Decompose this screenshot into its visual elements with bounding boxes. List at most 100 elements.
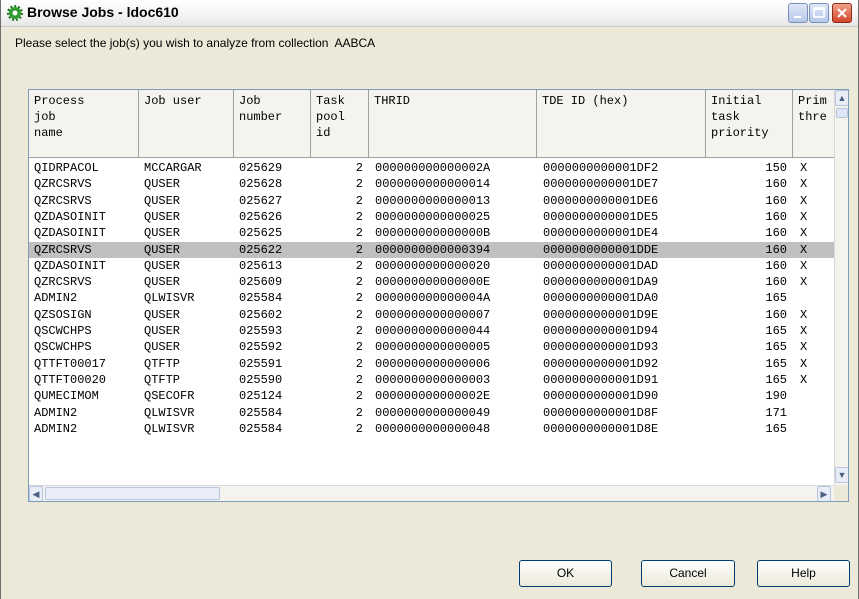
table-row[interactable]: QTTFT00020 QTFTP 025590 2 0000000000000003 00…	[29, 372, 834, 388]
table-row[interactable]: QZRCSRVS QUSER 025628 2 0000000000000014 0000…	[29, 176, 834, 192]
cell-task-pool-id: 2	[355, 389, 363, 404]
title-bar[interactable]: Browse Jobs - ldoc610	[1, 0, 858, 27]
cell-initial-task-priority: 160	[765, 242, 787, 257]
cell-task-pool-id: 2	[355, 242, 363, 257]
cell-process-job-name: QSCWCHPS	[34, 324, 92, 338]
table-row[interactable]: QUMECIMOM QSECOFR 025124 2 000000000000002E 0…	[29, 388, 834, 404]
cell-task-pool-id: 2	[355, 226, 363, 241]
cell-tde-id: 0000000000001DE5	[543, 209, 659, 224]
cell-tde-id: 0000000000001D9E	[543, 307, 659, 322]
cell-primary-thread: X	[800, 226, 808, 241]
column-header-thrid[interactable]: THRID	[369, 90, 537, 158]
cell-job-user: QUSER	[144, 324, 181, 338]
cell-tde-id: 0000000000001D94	[543, 324, 659, 338]
table-row[interactable]: ADMIN2 QLWISVR 025584 2 000000000000004A 0000…	[29, 290, 834, 306]
cell-job-user: MCCARGAR	[144, 161, 202, 175]
cell-initial-task-priority: 171	[765, 405, 787, 420]
cell-thrid: 0000000000000013	[375, 193, 491, 208]
column-header-task-pool-id[interactable]: Task pool id	[311, 90, 369, 158]
column-header-initial-task-priority[interactable]: Initial task priority	[706, 90, 793, 158]
cell-initial-task-priority: 165	[765, 356, 787, 371]
table-row[interactable]: ADMIN2 QLWISVR 025584 2 0000000000000048 0000…	[29, 421, 834, 437]
table-header: Process job name Job user Job number Tas…	[29, 90, 837, 158]
column-header-tde-id[interactable]: TDE ID (hex)	[537, 90, 706, 158]
table-row[interactable]: QZRCSRVS QUSER 025622 2 0000000000000394 0000…	[29, 241, 834, 258]
cell-process-job-name: QZRCSRVS	[34, 177, 92, 192]
column-header-job-user[interactable]: Job user	[139, 90, 234, 158]
cell-thrid: 000000000000002E	[375, 389, 491, 404]
instruction-text: Please select the job(s) you wish to ana…	[15, 36, 376, 50]
cell-job-number: 025625	[239, 226, 283, 241]
cell-job-number: 025622	[239, 242, 283, 257]
cell-job-number: 025629	[239, 161, 283, 175]
ok-button[interactable]: OK	[519, 560, 612, 587]
scroll-right-button[interactable]: ▶	[817, 486, 831, 501]
cell-job-number: 025593	[239, 324, 283, 338]
cell-task-pool-id: 2	[355, 193, 363, 208]
cell-tde-id: 0000000000001DA0	[543, 291, 659, 306]
vertical-scroll-thumb[interactable]	[836, 108, 848, 118]
cell-tde-id: 0000000000001D92	[543, 356, 659, 371]
help-button[interactable]: Help	[757, 560, 850, 587]
table-row[interactable]: QIDRPACOL MCCARGAR 025629 2 000000000000002A…	[29, 160, 834, 176]
maximize-button[interactable]	[809, 3, 829, 23]
table-row[interactable]: QZSOSIGN QUSER 025602 2 0000000000000007 0000…	[29, 307, 834, 323]
table-row[interactable]: QSCWCHPS QUSER 025592 2 0000000000000005 0000…	[29, 339, 834, 355]
scroll-down-button[interactable]: ▼	[835, 467, 848, 483]
cell-thrid: 0000000000000005	[375, 340, 491, 355]
table-row[interactable]: QZRCSRVS QUSER 025609 2 000000000000000E 0000…	[29, 274, 834, 290]
cell-job-number: 025602	[239, 307, 283, 322]
column-header-primary-thread[interactable]: Prim thre	[793, 90, 837, 158]
cell-task-pool-id: 2	[355, 356, 363, 371]
cell-thrid: 000000000000004A	[375, 291, 491, 306]
column-header-process-job-name[interactable]: Process job name	[29, 90, 139, 158]
horizontal-scrollbar[interactable]: ◀ ▶	[29, 485, 834, 501]
cell-process-job-name: QZSOSIGN	[34, 307, 92, 322]
cancel-button[interactable]: Cancel	[641, 560, 735, 587]
cell-initial-task-priority: 165	[765, 291, 787, 306]
cell-process-job-name: QTTFT00020	[34, 372, 107, 387]
cell-thrid: 000000000000000E	[375, 275, 491, 290]
cell-job-number: 025124	[239, 389, 283, 404]
minimize-button[interactable]	[788, 3, 808, 23]
cell-primary-thread: X	[800, 356, 808, 371]
cell-process-job-name: QSCWCHPS	[34, 340, 92, 355]
cell-tde-id: 0000000000001D8E	[543, 421, 659, 436]
jobs-table[interactable]: Process job name Job user Job number Tas…	[28, 89, 849, 502]
table-row[interactable]: QZRCSRVS QUSER 025627 2 0000000000000013 0000…	[29, 193, 834, 209]
cell-job-user: QTFTP	[144, 372, 181, 387]
cell-initial-task-priority: 165	[765, 372, 787, 387]
cell-job-number: 025584	[239, 291, 283, 306]
table-row[interactable]: ADMIN2 QLWISVR 025584 2 0000000000000049 0000…	[29, 405, 834, 421]
cell-process-job-name: ADMIN2	[34, 421, 78, 436]
table-row[interactable]: QTTFT00017 QTFTP 025591 2 0000000000000006 00…	[29, 356, 834, 372]
table-row[interactable]: QZDASOINIT QUSER 025626 2 0000000000000025 00…	[29, 209, 834, 225]
table-row[interactable]: QSCWCHPS QUSER 025593 2 0000000000000044 0000…	[29, 323, 834, 339]
cell-tde-id: 0000000000001DE4	[543, 226, 659, 241]
cell-job-number: 025613	[239, 258, 283, 273]
maximize-icon	[813, 7, 825, 18]
cell-process-job-name: QZRCSRVS	[34, 275, 92, 290]
table-row[interactable]: QZDASOINIT QUSER 025625 2 000000000000000B 00…	[29, 225, 834, 241]
scroll-left-button[interactable]: ◀	[29, 486, 43, 501]
cell-process-job-name: QZDASOINIT	[34, 258, 107, 273]
cell-process-job-name: QTTFT00017	[34, 356, 107, 371]
horizontal-scroll-thumb[interactable]	[45, 487, 220, 500]
browse-jobs-dialog: Browse Jobs - ldoc610 Please select the …	[0, 0, 859, 599]
cell-tde-id: 0000000000001DAD	[543, 258, 659, 273]
scroll-up-button[interactable]: ▲	[835, 90, 848, 106]
cell-primary-thread: X	[800, 258, 808, 273]
cell-process-job-name: QZRCSRVS	[34, 193, 92, 208]
cell-process-job-name: ADMIN2	[34, 405, 78, 420]
cell-process-job-name: QZDASOINIT	[34, 209, 107, 224]
cell-task-pool-id: 2	[355, 307, 363, 322]
cell-job-number: 025584	[239, 421, 283, 436]
table-row[interactable]: QZDASOINIT QUSER 025613 2 0000000000000020 00…	[29, 258, 834, 274]
cell-tde-id: 0000000000001D90	[543, 389, 659, 404]
cell-initial-task-priority: 160	[765, 177, 787, 192]
close-button[interactable]	[832, 3, 852, 23]
minimize-icon	[794, 16, 801, 18]
column-header-job-number[interactable]: Job number	[234, 90, 311, 158]
cell-job-user: QUSER	[144, 307, 181, 322]
vertical-scrollbar[interactable]: ▲ ▼	[834, 90, 848, 485]
